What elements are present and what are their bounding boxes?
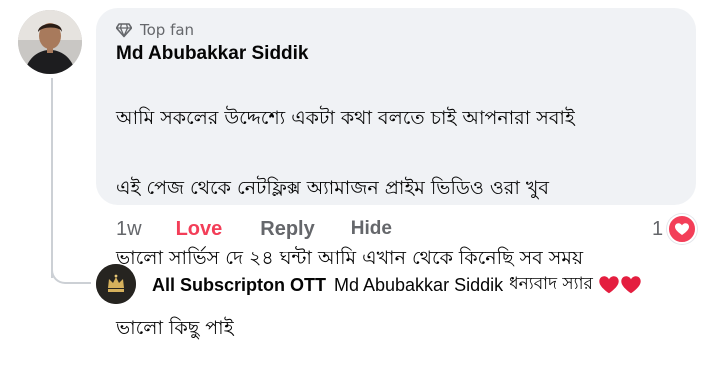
reaction-summary[interactable]: 1 <box>652 214 698 244</box>
heart-emoji-icon <box>599 276 641 294</box>
hide-button[interactable]: Hide <box>351 218 392 240</box>
thread-connector-curve <box>51 262 91 284</box>
reply-author-avatar[interactable] <box>96 264 136 304</box>
love-button[interactable]: Love <box>176 218 223 241</box>
commenter-avatar[interactable] <box>18 10 82 74</box>
comment-actions: 1w Love Reply Hide <box>116 214 392 244</box>
profile-photo-icon <box>18 10 82 74</box>
comment-author-name[interactable]: Md Abubakkar Siddik <box>116 43 676 65</box>
mention-link[interactable]: Md Abubakkar Siddik <box>334 275 503 296</box>
reply-author-name[interactable]: All Subscripton OTT <box>152 275 326 296</box>
heart-reaction-icon <box>667 214 698 244</box>
reaction-count: 1 <box>652 217 664 240</box>
comment-body-line: এই পেজ থেকে নেটফ্লিক্স অ্যামাজন প্রাইম ভ… <box>116 177 549 199</box>
thread-connector-line <box>51 78 53 278</box>
reply-comment: All Subscripton OTT Md Abubakkar Siddik … <box>152 270 641 300</box>
top-fan-badge: Top fan <box>116 20 676 40</box>
comment-body-line: আমি সকলের উদ্দেশ্যে একটা কথা বলতে চাই আপ… <box>116 107 575 129</box>
top-fan-label: Top fan <box>140 21 195 39</box>
comment-timestamp[interactable]: 1w <box>116 218 142 241</box>
reply-text: ধন্যবাদ স্যার <box>509 274 593 294</box>
crown-logo-icon <box>96 264 136 304</box>
comment-bubble: Top fan Md Abubakkar Siddik আমি সকলের উদ… <box>96 8 696 339</box>
reply-button[interactable]: Reply <box>260 218 314 241</box>
comment-body-line: ভালো কিছু পাই <box>116 317 234 339</box>
diamond-icon <box>116 23 132 38</box>
